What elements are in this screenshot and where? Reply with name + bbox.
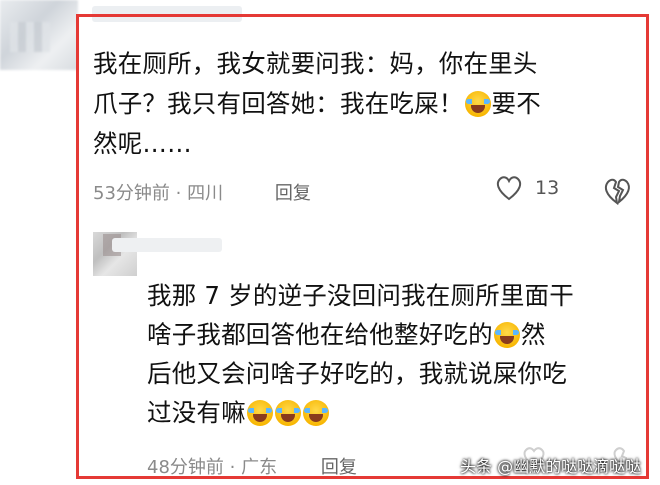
meta-separator: · [229,457,236,478]
like-count: 13 [535,177,560,199]
reply-button[interactable]: 回复 [321,457,357,478]
comment-line-1: 我在厕所，我女就要问我：妈，你在里头 [93,49,538,78]
laughing-crying-emoji-icon [302,400,329,426]
reply-meta: 48分钟前 · 广东 回复 [147,453,357,479]
comment-text: 我在厕所，我女就要问我：妈，你在里头 爪子？我只有回答她：我在吃屎！ 要不 然呢…… [93,44,638,164]
laughing-crying-emoji-icon [274,400,301,426]
reply-button[interactable]: 回复 [275,183,311,204]
comment-line-2: 爪子？我只有回答她：我在吃屎！ 要不 [93,89,541,118]
watermark: 头条 @幽默的哒哒滴哒哒 [460,457,642,476]
like-button[interactable]: 13 [495,175,559,201]
comment-line-3: 然呢…… [93,129,192,158]
comment-location: 四川 [187,183,224,204]
meta-separator: · [175,183,182,204]
laughing-crying-emoji-icon [493,322,520,348]
heart-outline-icon [496,176,522,201]
reply-time: 48分钟前 [147,457,224,478]
reply-line-3: 后他又会问啥子好吃的，我就说屎你吃 [147,359,567,388]
reply-line-2: 啥子我都回答他在给他整好吃的然 [147,320,546,349]
blurred-avatar[interactable] [0,0,78,70]
laughing-crying-emoji-icon [464,91,491,117]
reply-location: 广东 [241,457,278,478]
reply-line-1: 我那 7 岁的逆子没回问我在厕所里面干 [147,281,574,310]
reply-text: 我那 7 岁的逆子没回问我在厕所里面干 啥子我都回答他在给他整好吃的然 后他又会… [147,276,642,432]
laughing-crying-emoji-icon [246,400,273,426]
comment-meta: 53分钟前 · 四川 回复 [93,179,311,205]
dislike-broken-heart-icon[interactable] [602,177,632,205]
comment-time: 53分钟前 [93,183,170,204]
reply-line-4: 过没有嘛 [147,393,642,432]
reply-username-blurred[interactable] [112,238,222,252]
